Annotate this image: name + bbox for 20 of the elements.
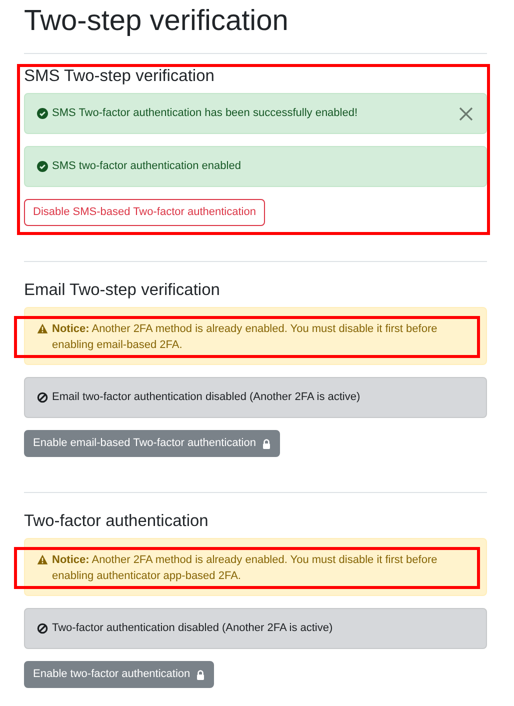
alert-message: SMS Two-factor authentication has been successfully enabled! — [52, 106, 359, 121]
alert-message: Notice: Another 2FA method is already enabled. You must disable it first before enabling authenticator app-based 2FA. — [52, 553, 438, 584]
enable-button[interactable]: Enable email-based Two-factor authentication — [24, 430, 280, 457]
section-heading: Two-factor authentication — [24, 511, 210, 531]
disable-button[interactable]: Disable SMS-based Two-factor authentication — [24, 199, 265, 226]
alert-message: Two-factor authentication disabled (Another 2FA is active) — [52, 621, 334, 636]
section-heading: SMS Two-step verification — [24, 66, 216, 86]
ban-icon — [37, 623, 48, 634]
alert-message: Email two-factor authentication disabled (Another 2FA is active) — [52, 390, 362, 405]
page-title: Two-step verification — [24, 4, 290, 39]
check-circle-icon — [37, 108, 48, 119]
ban-icon — [37, 392, 48, 403]
close-button[interactable] — [458, 106, 474, 122]
alert-message: SMS two-factor authentication enabled — [52, 159, 242, 174]
warning-icon — [37, 323, 48, 334]
check-circle-icon — [37, 161, 48, 172]
enable-button[interactable]: Enable two-factor authentication — [24, 661, 214, 688]
section-heading: Email Two-step verification — [24, 280, 221, 300]
warning-icon — [37, 554, 48, 565]
alert-message: Notice: Another 2FA method is already enabled. You must disable it first before enabling email-based 2FA. — [52, 322, 438, 353]
